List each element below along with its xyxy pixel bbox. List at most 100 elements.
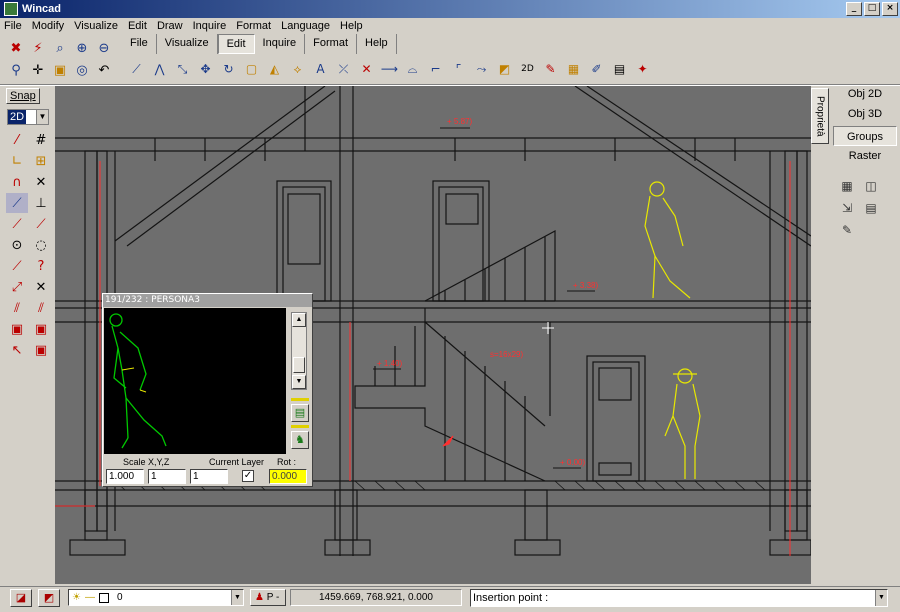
minimize-button[interactable]: _ <box>846 2 862 16</box>
chamfer-icon[interactable]: ⌜ <box>448 59 469 79</box>
tab-visualize[interactable]: Visualize <box>157 34 218 54</box>
pan-icon[interactable]: ✛ <box>28 60 48 80</box>
group-edit-icon[interactable]: ✎ <box>837 220 857 240</box>
magnet-icon[interactable]: ∩ <box>6 172 28 192</box>
calculator-icon[interactable]: ▤ <box>609 59 630 79</box>
zoom-all-icon[interactable]: ⚲ <box>6 60 26 80</box>
scale-y-input[interactable]: 1 <box>148 469 186 484</box>
menu-file[interactable]: File <box>4 20 22 32</box>
rotation-input[interactable]: 0.000 <box>269 469 307 484</box>
erase-icon[interactable]: ⟋ <box>126 59 147 79</box>
menu-modify[interactable]: Modify <box>32 20 64 32</box>
group-insert-icon[interactable]: ⇲ <box>837 198 857 218</box>
regen-icon[interactable]: ⚡ <box>28 38 48 58</box>
move-icon[interactable]: ✥ <box>195 59 216 79</box>
zoom-window-icon[interactable]: ⌕ <box>50 38 70 58</box>
extend-icon[interactable]: ⟶ <box>379 59 400 79</box>
fillet-icon[interactable]: ⌐ <box>425 59 446 79</box>
tab-format[interactable]: Format <box>305 34 358 54</box>
layer-state-icon[interactable]: ◩ <box>38 589 60 607</box>
select-all-icon[interactable]: ▣ <box>30 340 52 360</box>
menu-language[interactable]: Language <box>281 20 330 32</box>
snap-parallel-icon[interactable]: ⫽ <box>6 298 28 318</box>
trim-icon[interactable]: ✕ <box>356 59 377 79</box>
snap-off-icon[interactable]: ✕ <box>30 277 52 297</box>
group-new-icon[interactable]: ◫ <box>861 176 881 196</box>
snap-perpendicular-icon[interactable]: ⊥ <box>30 193 52 213</box>
menu-format[interactable]: Format <box>236 20 271 32</box>
crossing-select-icon[interactable]: ▣ <box>30 319 52 339</box>
explode-icon[interactable]: ◩ <box>494 59 515 79</box>
wizard-icon[interactable]: ✦ <box>632 59 653 79</box>
snap-endpoint-icon[interactable]: ⁄ <box>6 130 28 150</box>
preview-scrollbar[interactable]: ▲ ▼ <box>291 312 307 390</box>
zoom-extents-icon[interactable]: ▣ <box>50 60 70 80</box>
brush-icon[interactable]: ✐ <box>586 59 607 79</box>
snap-quadrant-icon[interactable]: ◌ <box>30 235 52 255</box>
mirror-axis-icon[interactable]: ◭ <box>264 59 285 79</box>
layer-manager-icon[interactable]: ◪ <box>10 589 32 607</box>
snap-center-icon[interactable]: ⊙ <box>6 235 28 255</box>
current-layer-checkbox[interactable]: ✓ <box>242 470 254 482</box>
raster-button[interactable]: Raster <box>833 146 897 166</box>
select-previous-icon[interactable]: ↖ <box>6 340 28 360</box>
obj3d-button[interactable]: Obj 3D <box>833 104 897 124</box>
zoom-in-icon[interactable]: ⊕ <box>72 38 92 58</box>
array-icon[interactable]: ▦ <box>563 59 584 79</box>
stretch-icon[interactable]: ⤡ <box>172 59 193 79</box>
undo-icon[interactable]: ↶ <box>94 60 114 80</box>
snap-query-icon[interactable]: ? <box>30 256 52 276</box>
lengthen-icon[interactable]: ⤳ <box>471 59 492 79</box>
chevron-down-icon[interactable]: ▼ <box>231 590 243 605</box>
menu-inquire[interactable]: Inquire <box>193 20 227 32</box>
snap-polar-icon[interactable]: ⤢ <box>6 277 28 297</box>
tab-edit[interactable]: Edit <box>217 34 255 54</box>
snap-line-icon[interactable]: ⟋ <box>6 193 28 213</box>
break-icon[interactable]: ⤫ <box>333 59 354 79</box>
zoom-out-icon[interactable]: ⊖ <box>94 38 114 58</box>
close-button[interactable]: × <box>882 2 898 16</box>
snap-near-icon[interactable]: ⟋ <box>6 214 28 234</box>
copy-icon[interactable]: ⟡ <box>287 59 308 79</box>
obj2d-button[interactable]: Obj 2D <box>833 84 897 104</box>
snap-button[interactable]: Snap <box>6 88 40 104</box>
insert-person-button[interactable]: ♞ <box>291 431 309 449</box>
chevron-down-icon[interactable]: ▼ <box>36 110 48 124</box>
scroll-thumb[interactable] <box>293 357 305 373</box>
scale-x-input[interactable]: 1.000 <box>106 469 144 484</box>
snap-extension-icon[interactable]: ⫽ <box>30 298 52 318</box>
text-edit-icon[interactable]: A <box>310 59 331 79</box>
scale-icon[interactable]: ▢ <box>241 59 262 79</box>
properties-tab[interactable]: Proprietà <box>811 88 829 144</box>
offset-icon[interactable]: ⌓ <box>402 59 423 79</box>
maximize-button[interactable]: □ <box>864 2 880 16</box>
mode-select[interactable]: 2D ▼ <box>7 109 49 125</box>
menu-visualize[interactable]: Visualize <box>74 20 118 32</box>
ortho-icon[interactable]: ∟ <box>6 151 28 171</box>
pen-button[interactable]: ♟ P - <box>250 589 286 606</box>
menu-help[interactable]: Help <box>340 20 363 32</box>
orbit-icon[interactable]: ◎ <box>72 60 92 80</box>
snap-intersection-icon[interactable]: ✕ <box>30 172 52 192</box>
block-info-button[interactable]: ▤ <box>291 404 309 422</box>
snap-grid-icon[interactable]: ⊞ <box>30 151 52 171</box>
rotate-icon[interactable]: ↻ <box>218 59 239 79</box>
tab-file[interactable]: File <box>122 34 157 54</box>
grid-icon[interactable]: # <box>30 130 52 150</box>
scale-z-input[interactable]: 1 <box>190 469 228 484</box>
layer-select[interactable]: ☀ ― 0 ▼ <box>68 589 244 606</box>
scroll-down-icon[interactable]: ▼ <box>292 375 306 389</box>
tab-help[interactable]: Help <box>357 34 397 54</box>
group-table-icon[interactable]: ▤ <box>861 198 881 218</box>
scroll-up-icon[interactable]: ▲ <box>292 313 306 327</box>
pencil-icon[interactable]: ✎ <box>540 59 561 79</box>
mirror-icon[interactable]: ⋀ <box>149 59 170 79</box>
snap-tangent-icon[interactable]: ⟋ <box>30 214 52 234</box>
group-list-icon[interactable]: ▦ <box>837 176 857 196</box>
menu-draw[interactable]: Draw <box>157 20 183 32</box>
convert-2d-icon[interactable]: 2D <box>517 59 538 79</box>
command-line[interactable]: Insertion point : ▼ <box>470 589 888 607</box>
tab-inquire[interactable]: Inquire <box>255 34 306 54</box>
snap-midpoint-icon[interactable]: ⟋ <box>6 256 28 276</box>
window-select-icon[interactable]: ▣ <box>6 319 28 339</box>
